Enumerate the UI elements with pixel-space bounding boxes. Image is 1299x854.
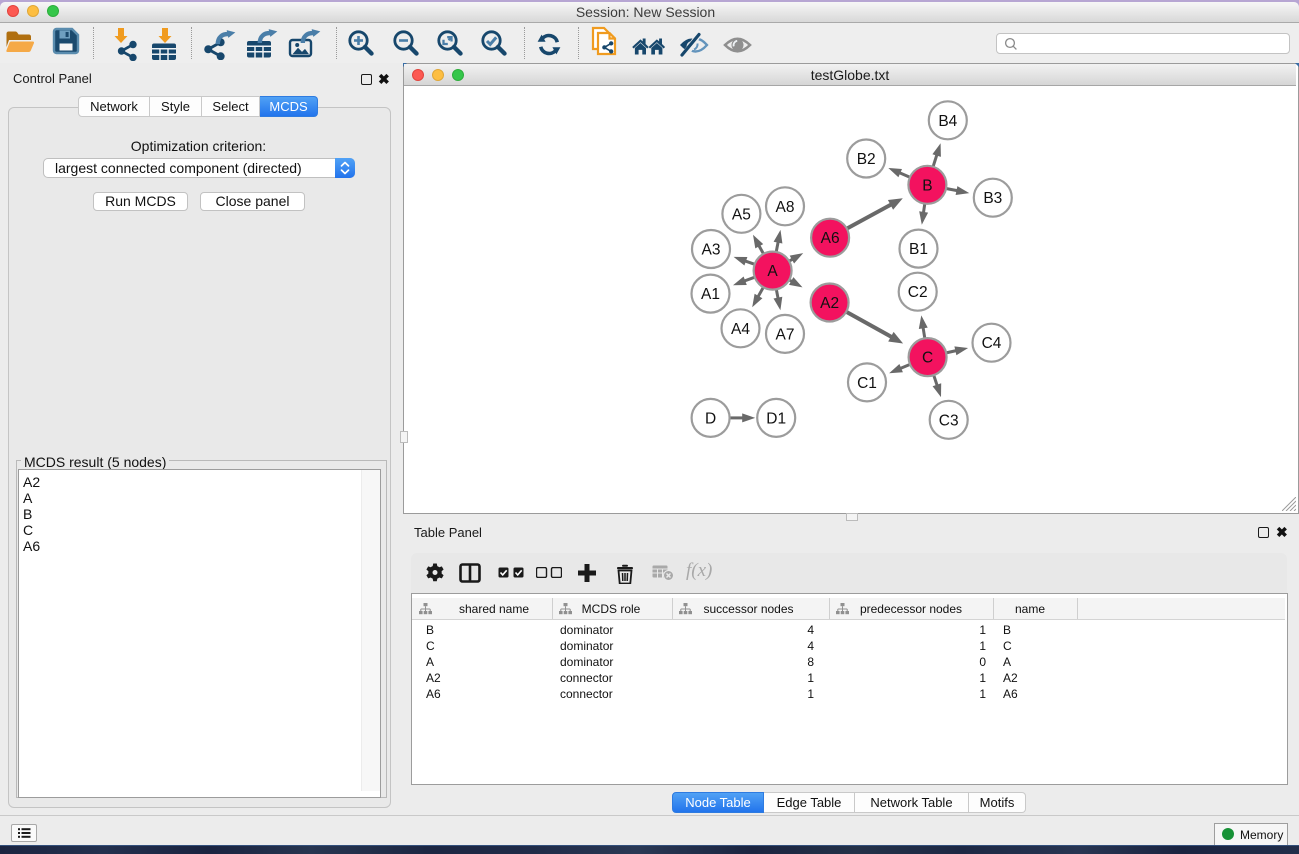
- svg-text:D1: D1: [766, 410, 786, 427]
- svg-text:A3: A3: [702, 242, 721, 259]
- svg-text:C2: C2: [908, 284, 928, 301]
- svg-text:C3: C3: [939, 412, 959, 429]
- svg-text:A: A: [767, 263, 778, 280]
- svg-text:A6: A6: [821, 230, 840, 247]
- svg-text:B3: B3: [983, 190, 1002, 207]
- svg-text:A4: A4: [731, 321, 750, 338]
- svg-text:B: B: [922, 177, 932, 194]
- svg-text:B2: B2: [857, 151, 876, 168]
- svg-text:C: C: [922, 350, 933, 367]
- svg-text:A1: A1: [701, 286, 720, 303]
- svg-text:C4: C4: [982, 335, 1002, 352]
- svg-text:B4: B4: [938, 113, 957, 130]
- svg-text:D: D: [705, 410, 716, 427]
- svg-text:B1: B1: [909, 241, 928, 258]
- svg-text:A5: A5: [732, 206, 751, 223]
- svg-text:C1: C1: [857, 375, 877, 392]
- svg-text:A2: A2: [820, 295, 839, 312]
- svg-text:A7: A7: [776, 326, 795, 343]
- svg-text:A8: A8: [776, 199, 795, 216]
